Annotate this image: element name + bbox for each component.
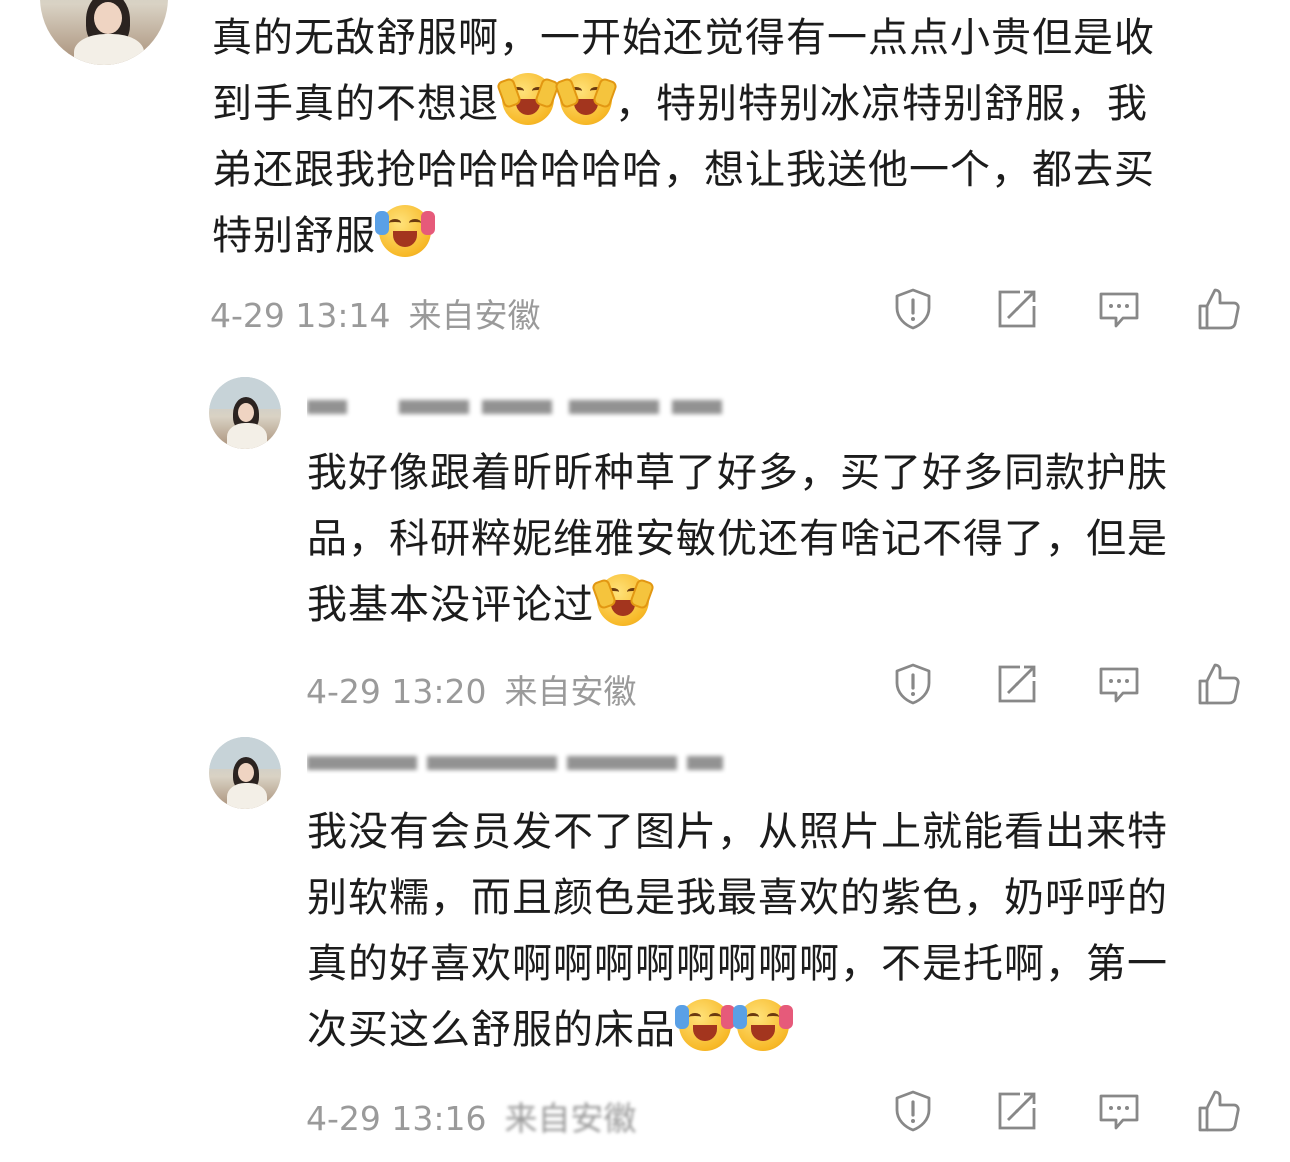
comment-date: 4-29 13:14 bbox=[210, 296, 391, 335]
comment-line: 真的无敌舒服啊，一开始还觉得有一点点小贵但是收 bbox=[212, 5, 1252, 71]
avatar[interactable] bbox=[209, 737, 281, 809]
like-icon[interactable] bbox=[1196, 1088, 1242, 1134]
comment-text-segment: 真的无敌舒服啊，一开始还觉得有一点点小贵但是收 bbox=[212, 15, 1155, 61]
comment-text-segment: 品，科研粹妮维雅安敏优还有啥记不得了，但是 bbox=[307, 516, 1168, 562]
comment-line: 我基本没评论过 bbox=[307, 572, 1257, 638]
laugh-cry-emoji-icon bbox=[495, 73, 561, 125]
report-icon[interactable] bbox=[890, 1088, 936, 1134]
share-icon[interactable] bbox=[994, 1088, 1040, 1134]
like-icon[interactable] bbox=[1196, 661, 1242, 707]
like-icon[interactable] bbox=[1196, 286, 1242, 332]
comment-date: 4-29 13:20 bbox=[306, 672, 487, 711]
comment-actions bbox=[890, 661, 1250, 711]
comment-text-segment: ，特别特别冰凉特别舒服，我 bbox=[615, 81, 1148, 127]
username-redacted[interactable] bbox=[307, 750, 727, 774]
laugh-cry-emoji-icon bbox=[590, 574, 656, 626]
comment-text-segment: 到手真的不想退 bbox=[212, 81, 499, 127]
comment-line: 我好像跟着昕昕种草了好多，买了好多同款护肤 bbox=[307, 440, 1257, 506]
comment-line: 我没有会员发不了图片，从照片上就能看出来特 bbox=[307, 799, 1257, 865]
comment-text-segment: 我基本没评论过 bbox=[307, 582, 594, 628]
comment-text: 我好像跟着昕昕种草了好多，买了好多同款护肤 品，科研粹妮维雅安敏优还有啥记不得了，… bbox=[307, 440, 1257, 638]
comment-location: 来自安徽 bbox=[408, 296, 541, 335]
share-icon[interactable] bbox=[994, 286, 1040, 332]
comment-text-segment: 别软糯，而且颜色是我最喜欢的紫色，奶呼呼的 bbox=[307, 875, 1168, 921]
report-icon[interactable] bbox=[890, 286, 936, 332]
report-icon[interactable] bbox=[890, 661, 936, 707]
comment-text-segment: 我没有会员发不了图片，从照片上就能看出来特 bbox=[307, 809, 1168, 855]
comment-meta: 4-29 13:14 来自安徽 bbox=[210, 289, 559, 337]
comment-meta: 4-29 13:16 来自安徽 bbox=[306, 1092, 655, 1140]
comment-line: 别软糯，而且颜色是我最喜欢的紫色，奶呼呼的 bbox=[307, 865, 1257, 931]
comment-text-segment: 真的好喜欢啊啊啊啊啊啊啊啊，不是托啊，第一 bbox=[307, 941, 1168, 987]
avatar[interactable] bbox=[209, 377, 281, 449]
avatar[interactable] bbox=[40, 0, 168, 65]
comment-date: 4-29 13:16 bbox=[306, 1099, 487, 1138]
share-icon[interactable] bbox=[994, 661, 1040, 707]
username-redacted[interactable] bbox=[307, 394, 727, 418]
scream-emoji-icon bbox=[375, 205, 435, 257]
comment-actions bbox=[890, 1088, 1250, 1138]
laugh-cry-emoji-icon bbox=[553, 73, 619, 125]
comment-text-segment: 次买这么舒服的床品 bbox=[307, 1007, 676, 1053]
comment-line: 到手真的不想退 ，特别特别冰凉特别舒服，我 bbox=[212, 71, 1252, 137]
comment-text-segment: 我好像跟着昕昕种草了好多，买了好多同款护肤 bbox=[307, 450, 1168, 496]
comment-icon[interactable] bbox=[1096, 1088, 1142, 1134]
comment-actions bbox=[890, 286, 1250, 336]
scream-emoji-icon bbox=[675, 999, 735, 1051]
comment-text-segment: 特别舒服 bbox=[212, 213, 376, 259]
comment-location: 来自安徽 bbox=[504, 1099, 637, 1138]
comment-text: 真的无敌舒服啊，一开始还觉得有一点点小贵但是收 到手真的不想退 ，特别特别冰凉特别舒… bbox=[212, 5, 1252, 269]
comment-line: 弟还跟我抢哈哈哈哈哈哈，想让我送他一个，都去买 bbox=[212, 137, 1252, 203]
comment-line: 特别舒服 bbox=[212, 203, 1252, 269]
comment-text-segment: 弟还跟我抢哈哈哈哈哈哈，想让我送他一个，都去买 bbox=[212, 147, 1155, 193]
comment-icon[interactable] bbox=[1096, 661, 1142, 707]
comment-line: 真的好喜欢啊啊啊啊啊啊啊啊，不是托啊，第一 bbox=[307, 931, 1257, 997]
comment-line: 次买这么舒服的床品 bbox=[307, 997, 1257, 1063]
comment-location: 来自安徽 bbox=[504, 672, 637, 711]
comment-icon[interactable] bbox=[1096, 286, 1142, 332]
comment-line: 品，科研粹妮维雅安敏优还有啥记不得了，但是 bbox=[307, 506, 1257, 572]
comment-text: 我没有会员发不了图片，从照片上就能看出来特 别软糯，而且颜色是我最喜欢的紫色，奶呼… bbox=[307, 799, 1257, 1063]
scream-emoji-icon bbox=[733, 999, 793, 1051]
comment-meta: 4-29 13:20 来自安徽 bbox=[306, 665, 655, 713]
